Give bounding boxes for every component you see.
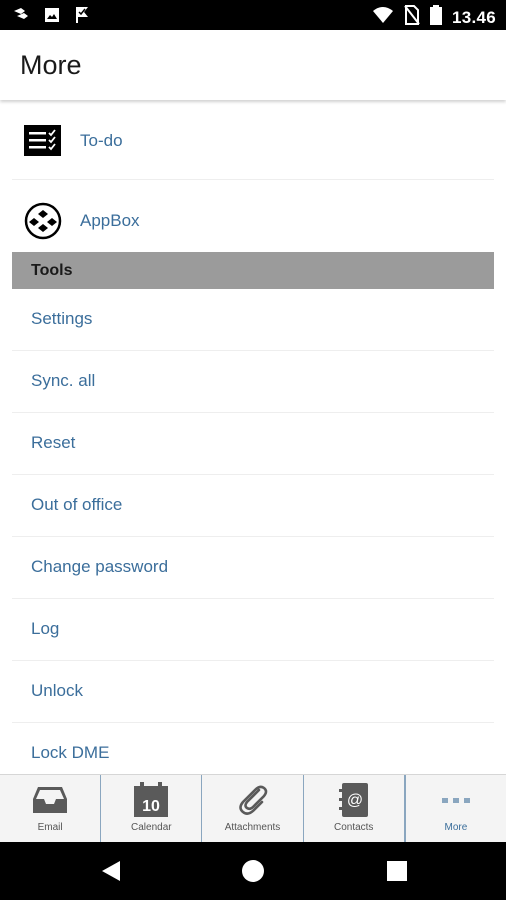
tool-item-label: Lock DME	[31, 743, 110, 762]
tool-item-out-of-office[interactable]: Out of office	[12, 475, 494, 537]
contacts-icon: @	[334, 781, 374, 819]
tool-item-change-password[interactable]: Change password	[12, 537, 494, 599]
tab-calendar[interactable]: 10 Calendar	[101, 775, 203, 843]
tool-item-unlock[interactable]: Unlock	[12, 661, 494, 723]
tool-item-log[interactable]: Log	[12, 599, 494, 661]
section-title: Tools	[31, 262, 73, 279]
system-nav-bar	[0, 842, 506, 900]
clock: 13.46	[451, 7, 496, 27]
wifi-icon	[372, 6, 394, 29]
recents-icon[interactable]	[384, 858, 410, 884]
tool-item-label: Settings	[31, 309, 93, 328]
svg-text:@: @	[347, 792, 363, 809]
tool-item-label: Change password	[31, 557, 169, 576]
dme-notification-icon	[12, 6, 30, 29]
tool-item-label: Log	[31, 619, 60, 638]
menu-item-label: AppBox	[80, 211, 140, 230]
more-dots-icon	[436, 781, 476, 819]
tool-item-label: Out of office	[31, 495, 123, 514]
tab-label: Email	[37, 822, 63, 833]
tab-label: Attachments	[224, 822, 281, 833]
tab-email[interactable]: Email	[0, 775, 102, 843]
tab-contacts[interactable]: @ Contacts	[304, 775, 405, 843]
status-bar: 13.46	[0, 0, 506, 30]
tab-label: More	[444, 822, 468, 833]
no-sim-icon	[404, 5, 420, 30]
tool-item-label: Sync. all	[31, 371, 96, 390]
menu-item-appbox[interactable]: AppBox	[12, 182, 494, 252]
tab-label: Calendar	[131, 822, 172, 833]
section-header-tools: Tools	[12, 252, 494, 289]
tool-item-label: Reset	[31, 433, 76, 452]
tool-item-sync-all[interactable]: Sync. all	[12, 351, 494, 413]
tool-item-label: Unlock	[31, 681, 83, 700]
tool-item-settings[interactable]: Settings	[12, 289, 494, 351]
tool-item-lock-dme[interactable]: Lock DME	[12, 723, 494, 774]
tool-item-reset[interactable]: Reset	[12, 413, 494, 475]
tab-more[interactable]: More	[404, 775, 506, 843]
battery-icon	[429, 5, 442, 30]
back-icon[interactable]	[98, 858, 124, 884]
page-title: More	[20, 50, 82, 80]
menu-item-label: To-do	[80, 131, 123, 150]
inbox-icon	[30, 781, 70, 819]
notification-icons	[12, 6, 90, 29]
home-icon[interactable]	[240, 858, 266, 884]
tab-label: Contacts	[333, 822, 374, 833]
image-icon	[44, 7, 60, 28]
calendar-icon: 10	[131, 781, 171, 819]
menu-item-todo[interactable]: To-do	[12, 102, 494, 180]
more-menu-list[interactable]: To-do AppBox Tools Settings Sync. all Re…	[0, 102, 506, 774]
app-header: More	[0, 30, 506, 100]
appbox-icon	[24, 202, 62, 240]
calendar-day-number: 10	[142, 798, 160, 815]
system-icons: 13.46	[372, 5, 496, 30]
tab-attachments[interactable]: Attachments	[202, 775, 304, 843]
paperclip-icon	[233, 781, 273, 819]
todo-list-icon	[24, 122, 62, 160]
bottom-tab-bar: Email 10 Calendar Attachments @ Contacts…	[0, 774, 506, 843]
check-flag-icon	[74, 6, 90, 29]
